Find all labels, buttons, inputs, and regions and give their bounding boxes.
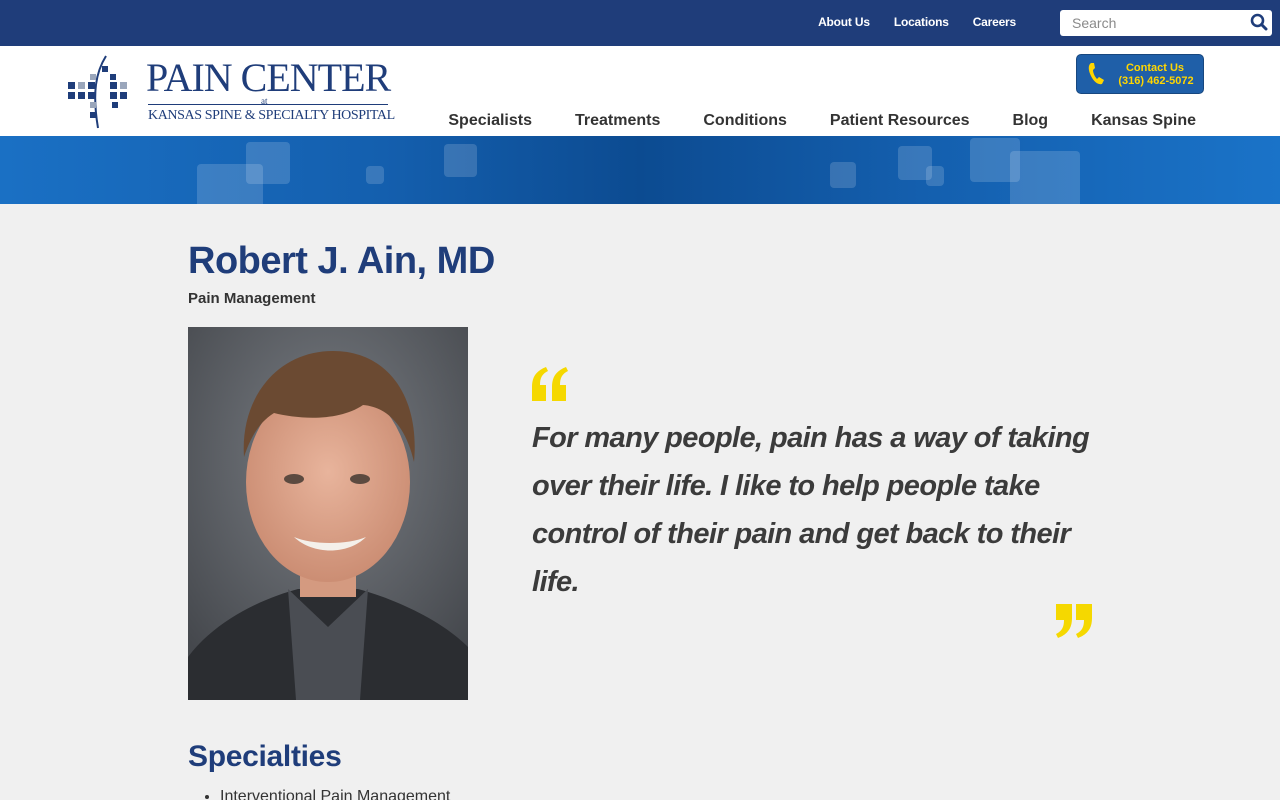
- doctor-quote: For many people, pain has a way of takin…: [532, 422, 1090, 598]
- doctor-specialty: Pain Management: [188, 290, 316, 307]
- about-us-link[interactable]: About Us: [818, 15, 870, 29]
- utility-bar: About Us Locations Careers: [0, 0, 1280, 46]
- main-nav: Specialists Treatments Conditions Patien…: [448, 112, 1196, 130]
- hero-banner: [0, 136, 1280, 204]
- logo-divider: [148, 104, 388, 105]
- nav-specialists[interactable]: Specialists: [448, 112, 532, 130]
- nav-patient-resources[interactable]: Patient Resources: [830, 112, 970, 130]
- list-item: Interventional Pain Management: [220, 788, 450, 800]
- main-content: Robert J. Ain, MD Pain Management For ma…: [188, 204, 1108, 800]
- specialties-heading: Specialties: [188, 740, 342, 773]
- nav-kansas-spine[interactable]: Kansas Spine: [1091, 112, 1196, 130]
- doctor-photo: [188, 327, 468, 700]
- nav-blog[interactable]: Blog: [1013, 112, 1049, 130]
- nav-conditions[interactable]: Conditions: [703, 112, 787, 130]
- search-box: [1060, 10, 1272, 36]
- doctor-name: Robert J. Ain, MD: [188, 240, 495, 282]
- open-quote-icon: [532, 367, 568, 401]
- site-logo[interactable]: PAIN CENTER at KANSAS SPINE & SPECIALTY …: [66, 52, 396, 130]
- locations-link[interactable]: Locations: [894, 15, 949, 29]
- contact-us-button[interactable]: Contact Us (316) 462-5072: [1076, 54, 1204, 94]
- search-icon[interactable]: [1250, 13, 1268, 31]
- logo-mark-icon: [68, 55, 127, 129]
- search-input[interactable]: [1060, 10, 1240, 36]
- banner-square: [1010, 151, 1080, 204]
- banner-square: [926, 166, 944, 186]
- banner-square: [444, 144, 477, 177]
- banner-square: [830, 162, 856, 188]
- close-quote-icon: [1056, 604, 1092, 638]
- logo-subtitle: KANSAS SPINE & SPECIALTY HOSPITAL: [148, 108, 395, 123]
- banner-square: [366, 166, 384, 184]
- logo-name: PAIN CENTER: [146, 55, 391, 100]
- phone-icon: [1088, 63, 1104, 85]
- specialties-list: Interventional Pain Management: [202, 788, 450, 800]
- nav-treatments[interactable]: Treatments: [575, 112, 660, 130]
- careers-link[interactable]: Careers: [973, 15, 1017, 29]
- utility-nav: About Us Locations Careers: [818, 15, 1016, 29]
- doctor-portrait-image: [188, 327, 468, 700]
- contact-phone: (316) 462-5072: [1118, 75, 1194, 87]
- site-header: PAIN CENTER at KANSAS SPINE & SPECIALTY …: [0, 46, 1280, 136]
- contact-label: Contact Us: [1125, 62, 1185, 74]
- banner-square: [246, 142, 290, 184]
